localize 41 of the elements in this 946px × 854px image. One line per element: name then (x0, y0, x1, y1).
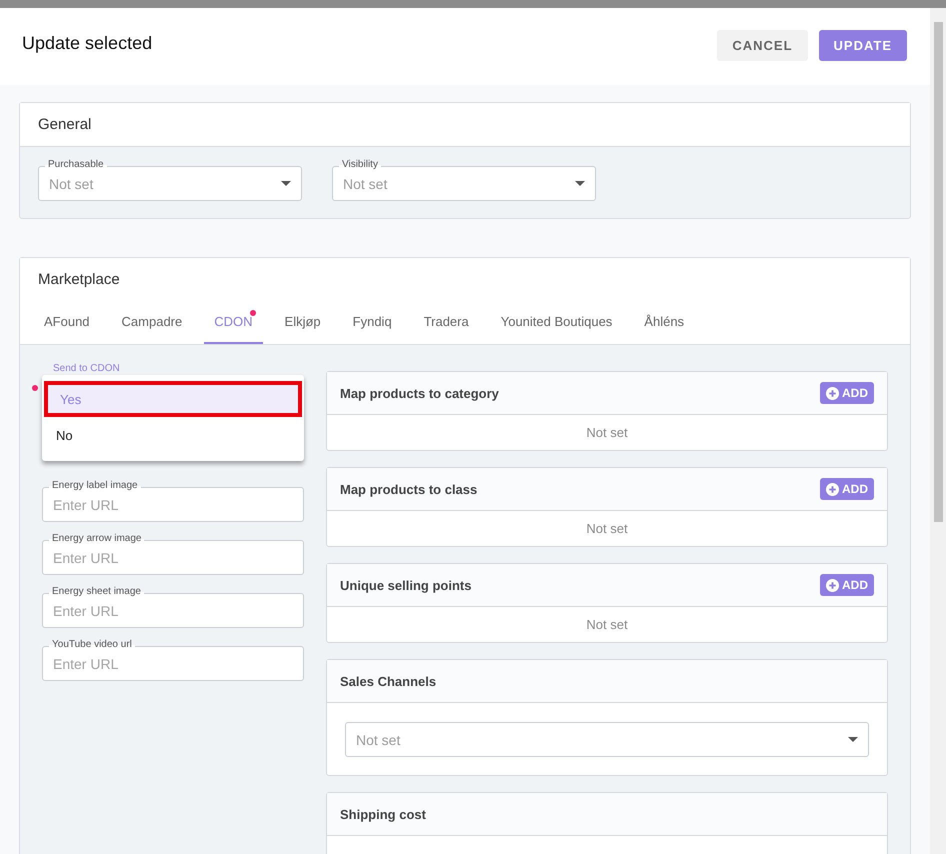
menu-option[interactable]: No (42, 417, 304, 453)
tab[interactable]: Campadre (112, 301, 192, 344)
panel-title: Shipping cost (340, 806, 426, 822)
caret-icon (848, 737, 858, 742)
field-label: Visibility (339, 159, 381, 171)
panel-title: Map products to class (340, 482, 478, 496)
card-title: Marketplace (20, 258, 910, 301)
tab[interactable]: Elkjøp (274, 301, 331, 344)
add-button[interactable]: ADD (820, 478, 874, 500)
caret-icon (281, 181, 291, 186)
card-title: General (20, 103, 910, 147)
menu-option[interactable]: Yes (44, 381, 302, 417)
tab[interactable]: AFound (34, 301, 100, 344)
url-field[interactable]: Enter URL (42, 646, 304, 681)
plus-circle-icon (826, 386, 839, 400)
field-label: Send to CDON (53, 363, 120, 374)
scrollbar[interactable] (930, 8, 946, 854)
panel-title: Sales Channels (340, 674, 436, 688)
select-field[interactable]: Not set (345, 722, 869, 757)
tab[interactable]: Fyndiq (342, 301, 402, 344)
field-label: Energy arrow image (49, 533, 144, 545)
cancel-button[interactable]: CANCEL (717, 30, 808, 61)
add-button[interactable]: ADD (820, 382, 874, 404)
tab[interactable]: Tradera (414, 301, 479, 344)
plus-circle-icon (826, 482, 839, 496)
caret-icon (575, 181, 585, 186)
tab[interactable]: CDON (204, 301, 263, 344)
empty-text: Not set (585, 520, 629, 538)
panel-title: Map products to category (340, 386, 499, 400)
empty-text: Not set (585, 616, 629, 634)
empty-text: Not set (585, 424, 629, 442)
select-field[interactable]: Not set (38, 166, 302, 201)
field-label: Energy sheet image (49, 586, 144, 598)
field-label: Energy label image (49, 480, 141, 492)
tab[interactable]: Åhléns (634, 301, 694, 344)
panel-title: Unique selling points (340, 578, 472, 592)
update-button[interactable]: UPDATE (818, 30, 907, 61)
dialog-title: Update selected (22, 33, 152, 54)
tab[interactable]: Younited Boutiques (490, 301, 622, 344)
add-button[interactable]: ADD (820, 574, 874, 596)
plus-circle-icon (826, 578, 839, 592)
